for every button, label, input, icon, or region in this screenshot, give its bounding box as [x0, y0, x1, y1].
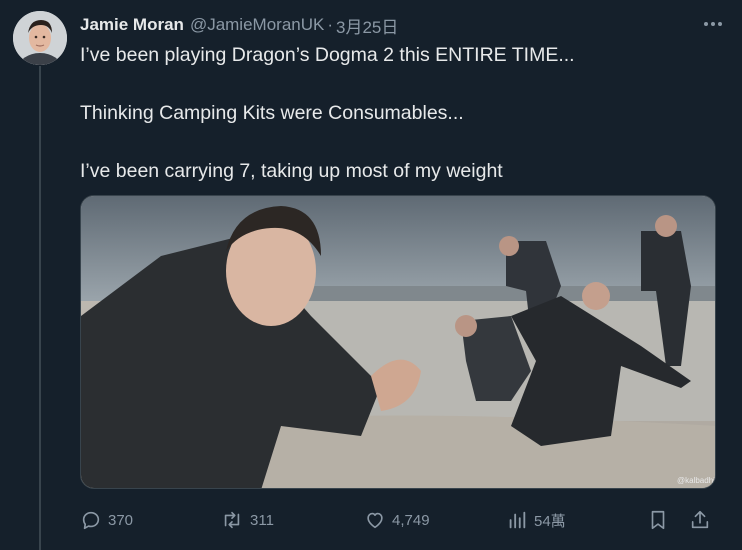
- thread-line: [39, 66, 41, 550]
- like-icon: [367, 512, 383, 529]
- view-count: 54萬: [534, 512, 566, 530]
- date-separator: ·: [327, 15, 334, 34]
- more-icon: [704, 22, 722, 26]
- like-button[interactable]: 4,749: [364, 505, 430, 535]
- image-watermark: @kalbadhit: [677, 476, 716, 485]
- tweet-media[interactable]: @kalbadhit: [80, 195, 716, 489]
- views-button[interactable]: 54萬: [506, 505, 566, 535]
- tweet-date[interactable]: 3月25日: [336, 13, 398, 38]
- reply-count: 370: [108, 511, 134, 529]
- bookmark-button[interactable]: [647, 505, 669, 535]
- reply-button[interactable]: 370: [80, 505, 133, 535]
- meme-image: @kalbadhit: [81, 196, 716, 488]
- more-button[interactable]: [698, 14, 728, 34]
- author-name[interactable]: Jamie Moran: [80, 15, 184, 35]
- reply-icon: [82, 511, 100, 530]
- share-button[interactable]: [689, 505, 711, 535]
- views-icon: [509, 511, 526, 529]
- retweet-icon: [224, 511, 240, 529]
- tweet-line-1: I’ve been playing Dragon’s Dogma 2 this …: [80, 44, 575, 66]
- share-icon: [691, 510, 709, 529]
- bookmark-icon: [651, 510, 665, 530]
- retweet-count: 311: [250, 511, 274, 529]
- avatar-image: [13, 11, 67, 65]
- tweet-header: Jamie Moran @JamieMoranUK · 3月25日: [80, 12, 722, 38]
- retweet-button[interactable]: 311: [220, 505, 274, 535]
- author-handle[interactable]: @JamieMoranUK: [190, 15, 324, 35]
- tweet-line-2: Thinking Camping Kits were Consumables..…: [80, 102, 464, 124]
- tweet-line-3: I’ve been carrying 7, taking up most of …: [80, 160, 503, 182]
- tweet-actions: 370 311 4,749 54萬: [80, 505, 720, 535]
- avatar[interactable]: [13, 11, 67, 65]
- tweet-text: I’ve been playing Dragon’s Dogma 2 this …: [80, 41, 720, 215]
- like-count: 4,749: [392, 511, 430, 529]
